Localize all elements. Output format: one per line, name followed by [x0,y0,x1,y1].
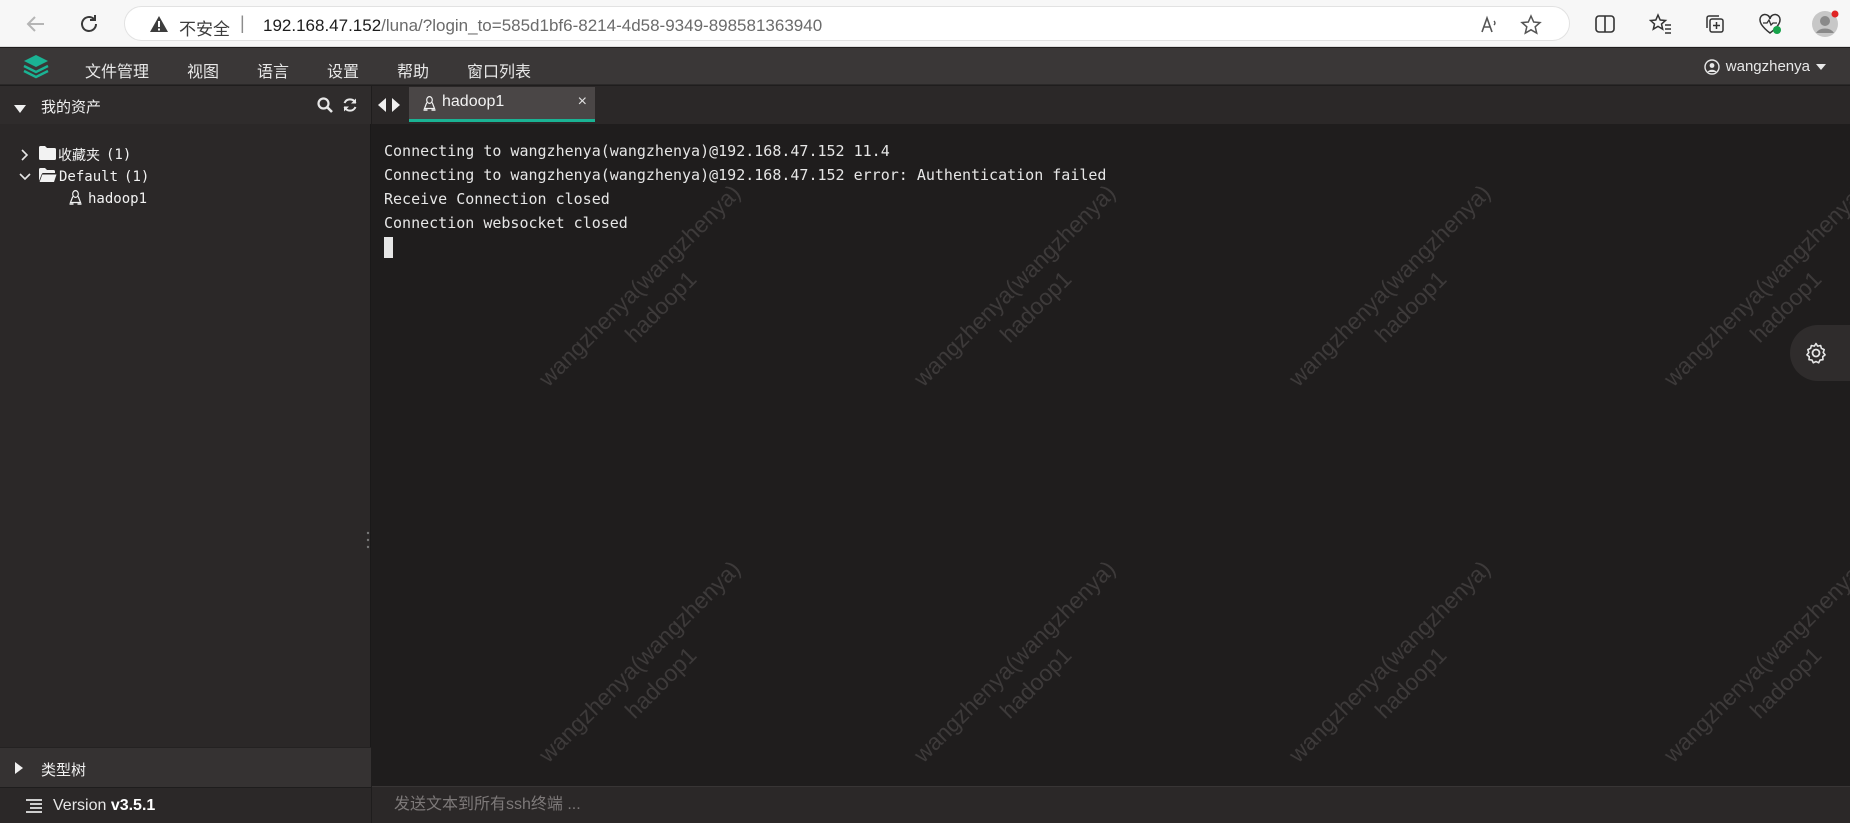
gear-icon [1806,342,1826,364]
my-assets-header[interactable]: 我的资产 [0,86,371,124]
address-separator: | [240,13,245,33]
read-aloud-icon[interactable] [1478,14,1500,36]
split-screen-icon[interactable] [1590,9,1620,39]
refresh-icon[interactable] [342,97,358,118]
watermark: wangzhenya(wangzhenya) hadoop1 [523,545,778,786]
browser-essentials-icon[interactable] [1755,9,1785,39]
terminal-settings-button[interactable] [1790,325,1850,381]
tree-node-hadoop1[interactable]: hadoop1 [69,188,147,210]
watermark: wangzhenya(wangzhenya) hadoop1 [1648,169,1850,424]
watermark: wangzhenya(wangzhenya) hadoop1 [1273,545,1528,786]
version-text: Version v3.5.1 [53,797,155,815]
tree-node-count: (1) [124,169,150,185]
close-tab-button[interactable]: × [578,93,587,111]
linux-icon [69,189,82,209]
tab-scroll-right-icon[interactable] [392,98,400,117]
list-icon[interactable] [26,799,42,818]
tree-node-count: (1) [106,147,132,163]
watermark-user: wangzhenya(wangzhenya) [908,555,1121,768]
app-header: 文件管理 视图 语言 设置 帮助 窗口列表 wangzhenya [0,48,1850,85]
menu-window-list[interactable]: 窗口列表 [467,58,531,82]
favorites-icon[interactable] [1646,9,1676,39]
tree-node-label: Default [59,169,119,185]
type-tree-header[interactable]: 类型树 [0,747,371,787]
menu-language[interactable]: 语言 [257,58,289,82]
reload-icon[interactable] [73,8,105,40]
menu-file-management[interactable]: 文件管理 [85,58,149,82]
folder-open-icon [39,168,57,186]
terminal-cursor [384,237,393,258]
watermark-host: hadoop1 [619,641,702,724]
tree-node-default[interactable]: Default (1) [17,166,149,188]
menu-settings[interactable]: 设置 [327,58,359,82]
warning-icon[interactable] [149,15,169,38]
tree-node-label: hadoop1 [88,191,148,207]
watermark: wangzhenya(wangzhenya) hadoop1 [898,545,1153,786]
folder-icon [39,146,56,164]
asset-sidebar: 我的资产 收藏夹 (1) Default (1) hadoop1 类型树 Ver… [0,86,371,823]
menu-help[interactable]: 帮助 [397,58,429,82]
caret-down-icon [1816,63,1826,70]
my-assets-title: 我的资产 [41,99,102,116]
watermark-user: wangzhenya(wangzhenya) [1283,555,1496,768]
watermark-user: wangzhenya(wangzhenya) [533,555,746,768]
type-tree-title: 类型树 [41,762,87,779]
tree-node-favorites[interactable]: 收藏夹 (1) [17,144,131,166]
watermark-host: hadoop1 [1744,265,1827,348]
user-icon [1704,58,1720,75]
terminal-line: Connecting to wangzhenya(wangzhenya)@192… [384,142,890,160]
watermark-host: hadoop1 [1369,265,1452,348]
tab-hadoop1[interactable]: hadoop1 × [409,87,595,122]
watermark-host: hadoop1 [1744,641,1827,724]
user-menu[interactable]: wangzhenya [1704,58,1826,75]
profile-avatar-icon[interactable] [1810,9,1840,39]
search-icon[interactable] [317,97,333,118]
version-prefix: Version [53,797,111,814]
terminal-line: Receive Connection closed [384,190,610,208]
terminal-pane[interactable]: wangzhenya(wangzhenya) hadoop1 wangzhenya… [372,124,1850,786]
version-bar: Version v3.5.1 [0,787,371,823]
terminal-line: Connection websocket closed [384,214,628,232]
watermark: wangzhenya(wangzhenya) hadoop1 [1648,545,1850,786]
url-text[interactable]: 192.168.47.152/luna/?login_to=585d1bf6-8… [263,16,822,36]
back-icon[interactable] [20,8,52,40]
watermark-host: hadoop1 [994,641,1077,724]
jumpserver-logo-icon [20,52,52,82]
watermark-host: hadoop1 [1369,641,1452,724]
chevron-right-icon[interactable] [17,149,33,161]
url-host: 192.168.47.152 [263,16,382,35]
watermark: wangzhenya(wangzhenya) hadoop1 [1273,169,1528,424]
caret-down-icon[interactable] [14,100,26,118]
caret-right-icon[interactable] [15,761,23,779]
send-to-all-input[interactable] [382,791,1282,819]
address-bar[interactable]: 不安全 | 192.168.47.152/luna/?login_to=585d… [124,6,1570,41]
menu-view[interactable]: 视图 [187,58,219,82]
session-tab-bar: hadoop1 × [372,86,1850,124]
collections-icon[interactable] [1700,9,1730,39]
watermark-user: wangzhenya(wangzhenya) [1283,179,1496,392]
terminal-line: Connecting to wangzhenya(wangzhenya)@192… [384,166,1107,184]
terminal-output: Connecting to wangzhenya(wangzhenya)@192… [384,139,1106,259]
tab-label: hadoop1 [442,93,505,110]
insecure-label[interactable]: 不安全 [179,15,230,40]
chevron-down-icon[interactable] [17,173,33,181]
tab-scroll-left-icon[interactable] [378,98,386,117]
username: wangzhenya [1725,58,1810,75]
watermark-user: wangzhenya(wangzhenya) [1658,555,1850,768]
browser-toolbar: 不安全 | 192.168.47.152/luna/?login_to=585d… [0,0,1850,47]
version-number: v3.5.1 [110,797,156,814]
favorite-star-icon[interactable] [1520,14,1542,36]
url-path: /luna/?login_to=585d1bf6-8214-4d58-9349-… [381,16,823,35]
sidebar-resize-handle[interactable] [366,530,370,550]
send-to-all-bar [372,786,1850,823]
linux-icon [423,95,436,116]
tree-node-label: 收藏夹 [58,148,100,164]
